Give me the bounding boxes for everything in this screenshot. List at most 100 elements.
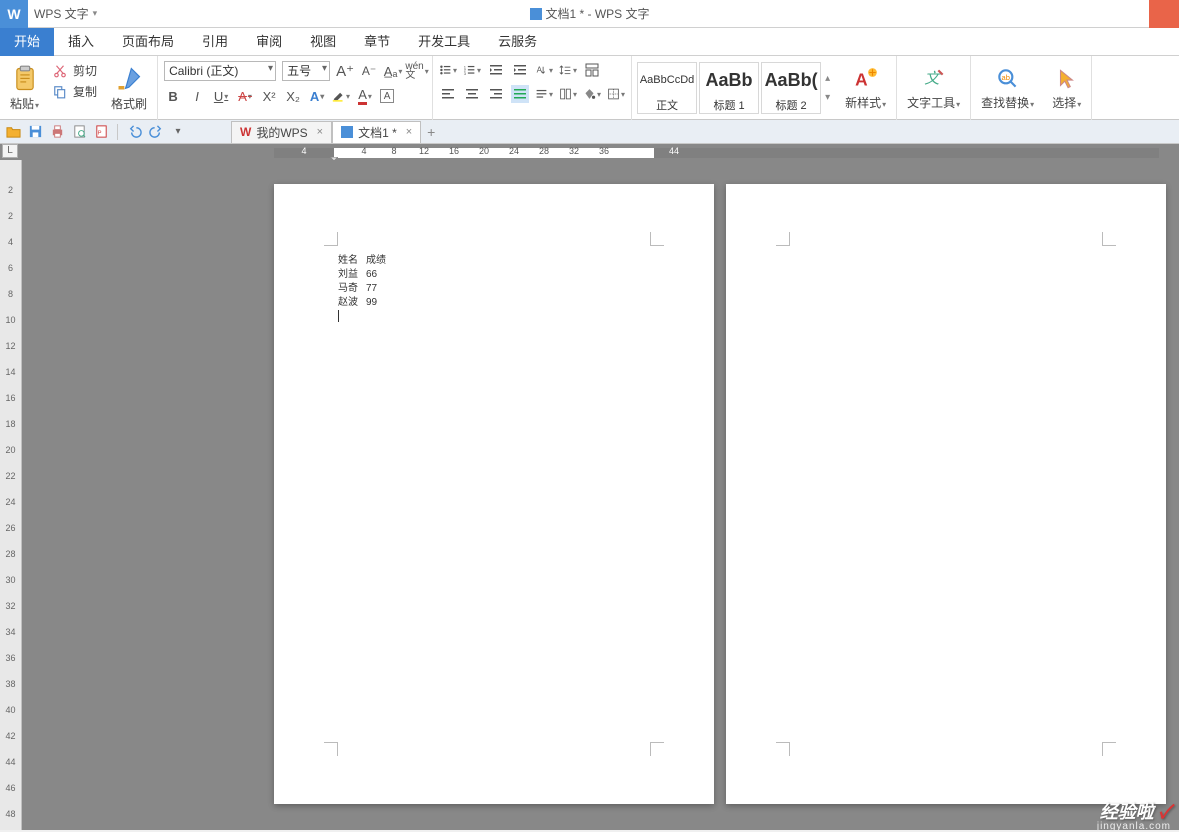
- ruler-tick: 36: [599, 146, 609, 156]
- vertical-ruler[interactable]: 2246810121416182022242628303234363840424…: [0, 160, 22, 830]
- horizontal-ruler[interactable]: 4481216202428323644: [274, 146, 1159, 160]
- menu-tab-devtools[interactable]: 开发工具: [404, 28, 484, 56]
- undo-button[interactable]: [125, 123, 143, 141]
- text-cursor: [338, 310, 339, 322]
- find-icon: ab: [995, 66, 1021, 92]
- style-normal[interactable]: AaBbCcDd 正文: [637, 62, 697, 114]
- ruler-tick: 42: [0, 730, 21, 742]
- change-case-button[interactable]: A̲ₐ: [384, 62, 402, 80]
- format-painter-label: 格式刷: [111, 95, 147, 112]
- cut-button[interactable]: 剪切: [53, 62, 97, 79]
- window-close-button[interactable]: [1149, 0, 1179, 28]
- new-tab-button[interactable]: +: [421, 124, 441, 140]
- doc-icon: [341, 126, 353, 138]
- select-button[interactable]: 选择: [1046, 64, 1087, 113]
- document-content[interactable]: 姓名成绩 刘益66 马奇77 赵波99: [338, 254, 394, 310]
- style-label: 标题 1: [713, 97, 744, 113]
- font-color-button[interactable]: A: [356, 87, 374, 105]
- numbering-button[interactable]: 123: [463, 61, 481, 79]
- ruler-tick: 26: [0, 522, 21, 534]
- line-spacing-button[interactable]: [559, 61, 577, 79]
- phonetic-button[interactable]: wén文: [408, 62, 426, 80]
- page-2[interactable]: [726, 184, 1166, 804]
- menu-tab-cloud[interactable]: 云服务: [484, 28, 551, 56]
- align-justify-button[interactable]: [511, 85, 529, 103]
- canvas[interactable]: 姓名成绩 刘益66 马奇77 赵波99: [22, 160, 1179, 830]
- align-left-button[interactable]: [439, 85, 457, 103]
- ribbon-paragraph-group: 123 A: [433, 56, 632, 120]
- char-border-button[interactable]: A: [380, 89, 394, 103]
- styles-gallery: AaBbCcDd 正文 AaBb 标题 1 AaBb( 标题 2 ▴▾: [636, 58, 833, 118]
- underline-button[interactable]: U: [212, 87, 230, 105]
- tab-close-icon[interactable]: ×: [317, 126, 323, 138]
- superscript-button[interactable]: X²: [260, 87, 278, 105]
- paragraph-layout-button[interactable]: [559, 85, 577, 103]
- find-replace-button[interactable]: ab 查找替换: [975, 64, 1040, 113]
- doc-tab-mywps[interactable]: W 我的WPS ×: [231, 121, 332, 143]
- page-1[interactable]: 姓名成绩 刘益66 马奇77 赵波99: [274, 184, 714, 804]
- font-size-select[interactable]: 五号: [282, 61, 330, 81]
- ruler-tick: 12: [419, 146, 429, 156]
- cut-icon: [53, 64, 67, 78]
- text-tools-icon: 文: [921, 66, 947, 92]
- menu-tab-layout[interactable]: 页面布局: [108, 28, 188, 56]
- new-style-button[interactable]: A 新样式: [839, 64, 892, 113]
- print-preview-button[interactable]: [70, 123, 88, 141]
- style-label: 标题 2: [775, 97, 806, 113]
- strikethrough-button[interactable]: A: [236, 87, 254, 105]
- quick-dropdown[interactable]: ▾: [169, 123, 187, 141]
- shading-button[interactable]: [583, 85, 601, 103]
- ruler-tick: 10: [0, 314, 21, 326]
- decrease-font-button[interactable]: A⁻: [360, 62, 378, 80]
- text-direction-button[interactable]: A: [535, 61, 553, 79]
- asian-layout-button[interactable]: [583, 61, 601, 79]
- indent-marker[interactable]: [330, 152, 338, 160]
- decrease-indent-button[interactable]: [487, 61, 505, 79]
- indent-marker[interactable]: [650, 152, 658, 160]
- menu-tab-section[interactable]: 章节: [350, 28, 404, 56]
- menu-tab-review[interactable]: 审阅: [242, 28, 296, 56]
- tab-stop-selector[interactable]: L: [2, 144, 18, 158]
- font-name-select[interactable]: Calibri (正文): [164, 61, 276, 81]
- app-menu-dropdown-icon[interactable]: ▾: [93, 8, 98, 19]
- doc-tab-doc1[interactable]: 文档1 * ×: [332, 121, 421, 143]
- styles-more[interactable]: ▴▾: [822, 73, 833, 103]
- paste-button[interactable]: 粘贴: [4, 58, 45, 118]
- paste-label: 粘贴: [10, 95, 39, 112]
- open-button[interactable]: [4, 123, 22, 141]
- style-heading1[interactable]: AaBb 标题 1: [699, 62, 759, 114]
- bold-button[interactable]: B: [164, 87, 182, 105]
- ribbon-clipboard-group: 粘贴 剪切 复制 格式刷: [0, 56, 158, 120]
- increase-indent-button[interactable]: [511, 61, 529, 79]
- tab-label: 文档1 *: [358, 124, 397, 141]
- text-tools-button[interactable]: 文 文字工具: [901, 58, 966, 118]
- bullets-button[interactable]: [439, 61, 457, 79]
- menu-tab-start[interactable]: 开始: [0, 28, 54, 56]
- menu-tab-reference[interactable]: 引用: [188, 28, 242, 56]
- menu-tab-insert[interactable]: 插入: [54, 28, 108, 56]
- italic-button[interactable]: I: [188, 87, 206, 105]
- copy-button[interactable]: 复制: [53, 83, 97, 100]
- align-right-button[interactable]: [487, 85, 505, 103]
- menu-tab-view[interactable]: 视图: [296, 28, 350, 56]
- ruler-tick: 28: [539, 146, 549, 156]
- save-button[interactable]: [26, 123, 44, 141]
- text-effects-button[interactable]: A: [308, 87, 326, 105]
- subscript-button[interactable]: X₂: [284, 87, 302, 105]
- separator: [117, 124, 118, 140]
- quick-access-bar: P ▾ W 我的WPS × 文档1 * × +: [0, 120, 1179, 144]
- increase-font-button[interactable]: A⁺: [336, 62, 354, 80]
- align-distribute-button[interactable]: [535, 85, 553, 103]
- highlight-button[interactable]: [332, 87, 350, 105]
- redo-button[interactable]: [147, 123, 165, 141]
- style-heading2[interactable]: AaBb( 标题 2: [761, 62, 821, 114]
- ruler-tick: 14: [0, 366, 21, 378]
- title-bar: W WPS 文字 ▾ 文档1 * - WPS 文字: [0, 0, 1179, 28]
- format-painter-button[interactable]: 格式刷: [105, 58, 153, 118]
- print-button[interactable]: [48, 123, 66, 141]
- export-pdf-button[interactable]: P: [92, 123, 110, 141]
- align-center-button[interactable]: [463, 85, 481, 103]
- borders-button[interactable]: [607, 85, 625, 103]
- tab-close-icon[interactable]: ×: [406, 126, 412, 138]
- svg-text:ab: ab: [1001, 73, 1009, 82]
